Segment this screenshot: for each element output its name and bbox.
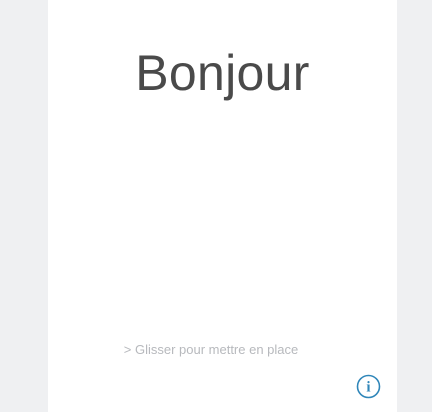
info-circle-icon: i (356, 374, 381, 399)
lock-screen: Bonjour > Glisser pour mettre en place i (0, 0, 432, 412)
slide-to-setup-hint[interactable]: > Glisser pour mettre en place (48, 341, 374, 359)
main-panel: Bonjour > Glisser pour mettre en place (48, 0, 397, 412)
info-button[interactable]: i (356, 374, 381, 399)
greeting-heading: Bonjour (135, 45, 310, 101)
info-glyph: i (366, 380, 370, 396)
